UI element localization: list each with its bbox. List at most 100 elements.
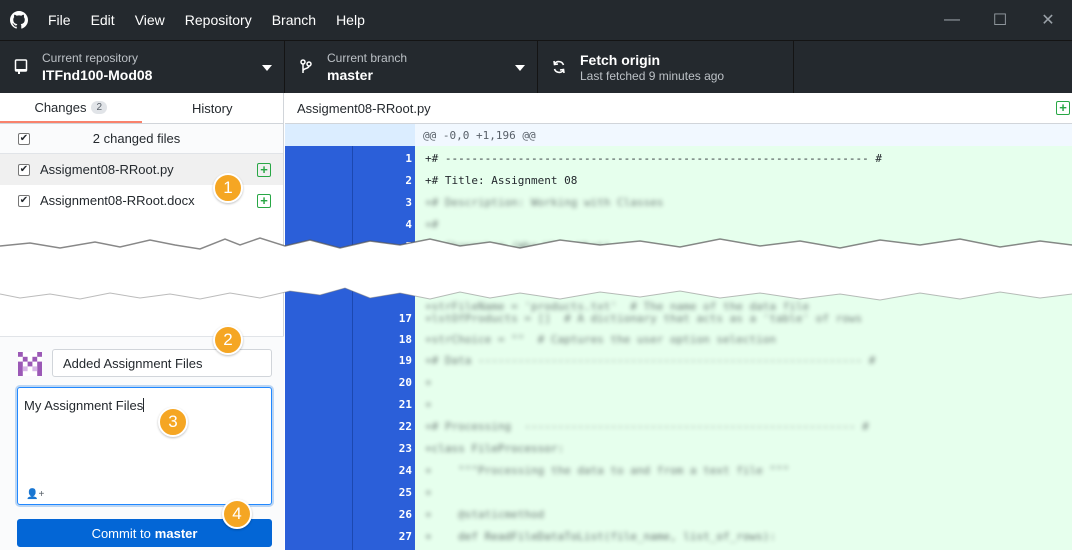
blurred-code: +class FileProcessor: xyxy=(425,442,565,455)
text-cursor xyxy=(143,398,145,412)
menu-branch[interactable]: Branch xyxy=(262,12,326,28)
tab-changes[interactable]: Changes 2 xyxy=(0,93,142,123)
sidebar-tabs: Changes 2 History xyxy=(0,93,283,124)
file-added-icon: + xyxy=(1056,101,1070,115)
line-number: 18 xyxy=(398,333,412,346)
changed-files-header: ✔ 2 changed files xyxy=(0,124,283,154)
diff-line[interactable]: 18 +strChoice = "" # Captures the user o… xyxy=(285,329,1072,349)
blurred-code: +# Data --------------------------------… xyxy=(425,354,876,367)
file-added-icon: + xyxy=(257,193,271,208)
diff-line[interactable]: 22 +# Processing -----------------------… xyxy=(285,416,1072,436)
fetch-label: Fetch origin xyxy=(580,51,661,68)
line-number: 23 xyxy=(398,442,412,455)
line-number: 22 xyxy=(398,420,412,433)
diff-line[interactable]: 20 + xyxy=(285,372,1072,392)
fetch-origin-button[interactable]: Fetch origin Last fetched 9 minutes ago xyxy=(538,41,794,93)
diff-line[interactable]: 23 +class FileProcessor: xyxy=(285,438,1072,458)
line-number: 2 xyxy=(405,174,412,187)
menu-file[interactable]: File xyxy=(38,12,81,28)
blurred-code: +lstOfProducts = [] # A dictionary that … xyxy=(425,312,863,325)
hunk-header-text: @@ -0,0 +1,196 @@ xyxy=(423,129,536,142)
blurred-code: +strChoice = "" # Captures the user opti… xyxy=(425,333,776,346)
menu-edit[interactable]: Edit xyxy=(81,12,125,28)
github-logo-icon xyxy=(0,0,38,40)
diff-line[interactable]: 3 +# Description: Working with Classes xyxy=(285,192,1072,212)
avatar xyxy=(18,352,42,376)
menu-repository[interactable]: Repository xyxy=(175,12,262,28)
diff-line[interactable]: 5 +# ChangeLog (Who,When,What) xyxy=(285,236,1072,256)
blurred-code: +# xyxy=(425,218,439,231)
commit-button-prefix: Commit to xyxy=(91,525,151,541)
line-number: 19 xyxy=(398,354,412,367)
minimize-icon[interactable]: — xyxy=(928,0,976,40)
blurred-code: + def ReadFileDataToList(file_name, list… xyxy=(425,530,776,543)
line-number: 24 xyxy=(398,464,412,477)
current-branch-button[interactable]: Current branch master xyxy=(285,41,538,93)
blurred-code: +# Description: Working with Classes xyxy=(425,196,664,209)
menu-view[interactable]: View xyxy=(125,12,175,28)
line-number: 3 xyxy=(405,196,412,209)
blurred-code: + xyxy=(425,486,432,499)
branch-icon xyxy=(295,59,317,75)
line-number: 4 xyxy=(405,218,412,231)
hunk-header: @@ -0,0 +1,196 @@ xyxy=(285,124,1072,146)
fetch-status: Last fetched 9 minutes ago xyxy=(580,68,725,83)
line-number: 21 xyxy=(398,398,412,411)
commit-button-branch: master xyxy=(154,525,198,541)
blurred-code: +# ChangeLog (Who,When,What) xyxy=(425,240,611,253)
diff-line[interactable]: 2 +# Title: Assignment 08 xyxy=(285,170,1072,190)
line-code: +# Title: Assignment 08 xyxy=(425,174,578,187)
diff-line[interactable]: 25 + xyxy=(285,482,1072,502)
line-number: 5 xyxy=(405,240,412,253)
blurred-code: + xyxy=(425,376,432,389)
diff-line[interactable]: 27 + def ReadFileDataToList(file_name, l… xyxy=(285,526,1072,546)
line-number: 27 xyxy=(398,530,412,543)
diff-header: Assigment08-RRoot.py + xyxy=(285,93,1072,124)
callout-badge: 4 xyxy=(222,499,252,529)
repo-icon xyxy=(10,59,32,75)
select-all-checkbox[interactable]: ✔ xyxy=(18,132,30,145)
branch-label: Current branch xyxy=(327,50,408,65)
repo-name: ITFnd100-Mod08 xyxy=(42,66,153,83)
menu-help[interactable]: Help xyxy=(326,12,375,28)
sync-icon xyxy=(548,60,570,74)
file-name: Assignment08-RRoot.docx xyxy=(40,193,195,208)
line-number: 20 xyxy=(398,376,412,389)
blurred-code: + """Processing the data to and from a t… xyxy=(425,464,790,477)
diff-line[interactable]: 26 + @staticmethod xyxy=(285,504,1072,524)
add-coauthor-icon[interactable]: 👤+ xyxy=(26,489,44,500)
file-checkbox[interactable]: ✔ xyxy=(18,163,30,176)
diff-line[interactable]: 1 +# -----------------------------------… xyxy=(285,148,1072,168)
diff-line[interactable]: 19 +# Data -----------------------------… xyxy=(285,350,1072,370)
blurred-code: +# Processing --------------------------… xyxy=(425,420,869,433)
blurred-code: + xyxy=(425,398,432,411)
diff-line[interactable]: 4 +# xyxy=(285,214,1072,234)
line-number: 26 xyxy=(398,508,412,521)
line-number: 17 xyxy=(398,312,412,325)
chevron-down-icon xyxy=(262,65,272,71)
tab-history[interactable]: History xyxy=(142,93,284,123)
commit-description-input[interactable]: My Assignment Files 👤+ xyxy=(17,387,272,505)
current-repository-button[interactable]: Current repository ITFnd100-Mod08 xyxy=(0,41,285,93)
line-code: +# -------------------------------------… xyxy=(425,152,882,165)
commit-summary-input[interactable]: Added Assignment Files xyxy=(52,349,272,377)
tab-changes-label: Changes xyxy=(34,99,87,115)
callout-badge: 3 xyxy=(158,407,188,437)
file-name: Assigment08-RRoot.py xyxy=(40,162,174,177)
repo-label: Current repository xyxy=(42,50,139,65)
file-added-icon: + xyxy=(257,162,271,177)
diff-line[interactable]: 21 + xyxy=(285,394,1072,414)
callout-badge: 2 xyxy=(213,325,243,355)
changed-files-count: 2 changed files xyxy=(92,131,181,146)
file-checkbox[interactable]: ✔ xyxy=(18,194,30,207)
diff-line[interactable]: 17 +lstOfProducts = [] # A dictionary th… xyxy=(285,308,1072,328)
menubar: File Edit View Repository Branch Help — … xyxy=(0,0,1072,40)
close-icon[interactable]: ✕ xyxy=(1024,0,1072,40)
blurred-code: + @staticmethod xyxy=(425,508,545,521)
commit-description-text: My Assignment Files xyxy=(24,398,144,413)
maximize-icon[interactable]: ☐ xyxy=(976,0,1024,40)
callout-badge: 1 xyxy=(213,173,243,203)
diff-view: @@ -0,0 +1,196 @@ 1 +# -----------------… xyxy=(285,124,1072,550)
changes-count-badge: 2 xyxy=(91,100,108,114)
diff-line[interactable]: 24 + """Processing the data to and from … xyxy=(285,460,1072,480)
